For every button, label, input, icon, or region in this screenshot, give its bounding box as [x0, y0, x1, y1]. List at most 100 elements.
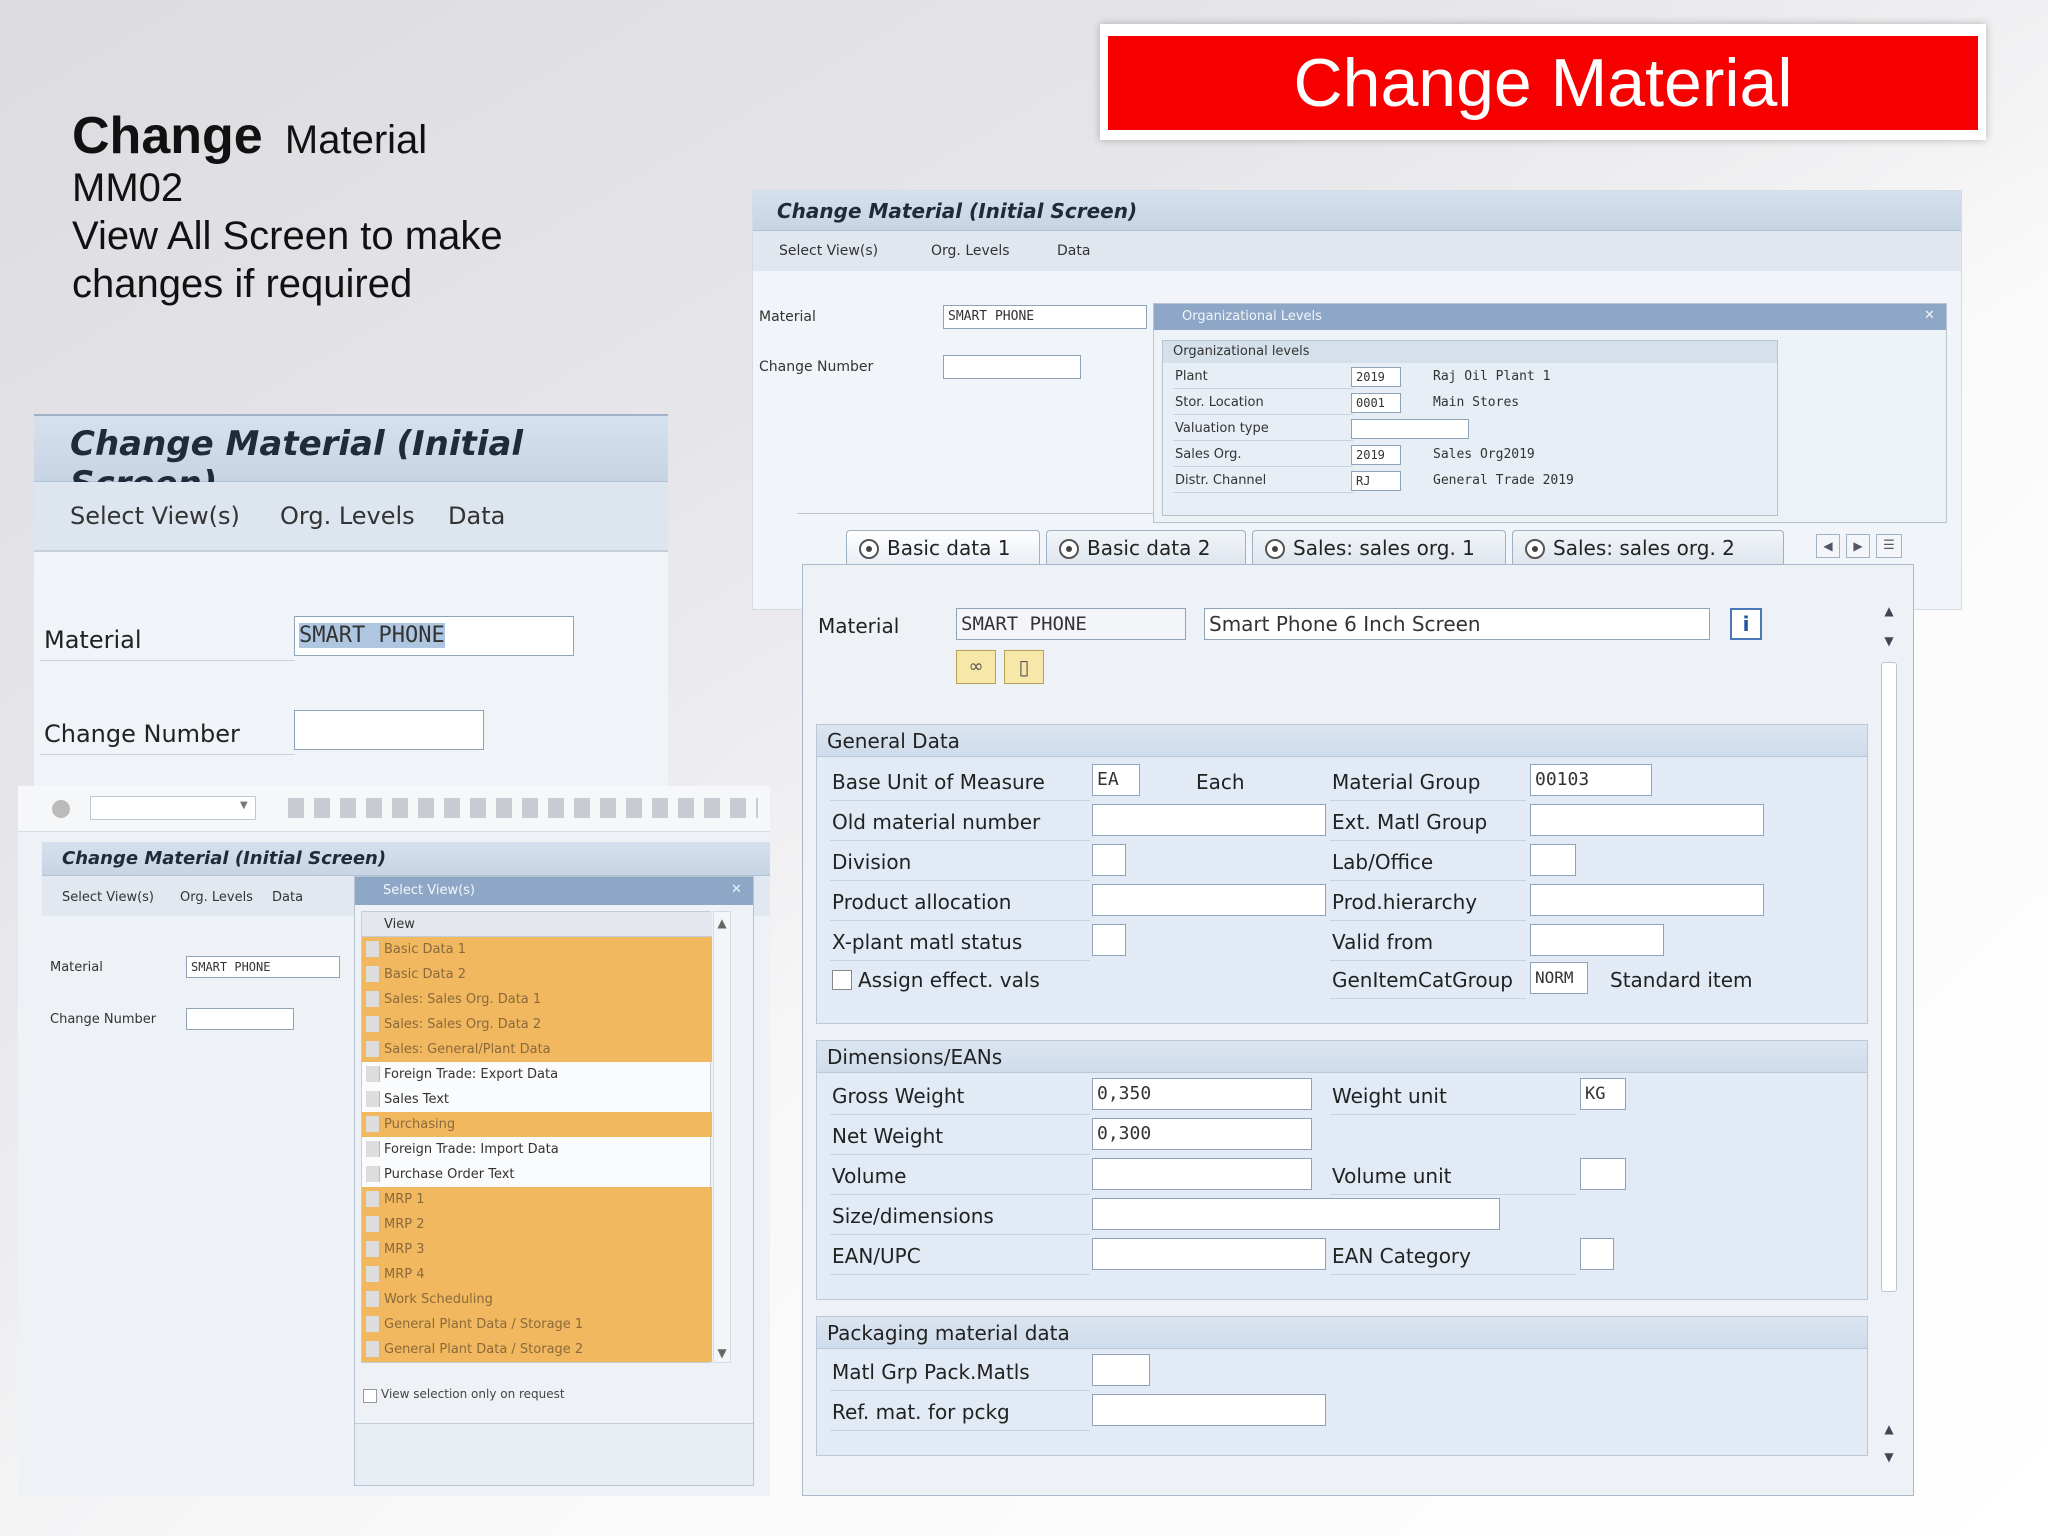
- weight-unit-input[interactable]: KG: [1580, 1078, 1626, 1110]
- org-level-input[interactable]: 2019: [1351, 445, 1401, 465]
- list-item[interactable]: Purchasing: [362, 1112, 712, 1137]
- list-item[interactable]: Sales: Sales Org. Data 1: [362, 987, 712, 1012]
- list-item[interactable]: Foreign Trade: Export Data: [362, 1062, 712, 1087]
- size-dimensions-input[interactable]: [1092, 1198, 1500, 1230]
- menu-org-levels[interactable]: Org. Levels: [931, 243, 1010, 259]
- info-icon[interactable]: i: [1730, 608, 1762, 640]
- row-selector[interactable]: [366, 966, 380, 982]
- check-icon[interactable]: [52, 800, 70, 818]
- list-item[interactable]: MRP 2: [362, 1212, 712, 1237]
- ext-matl-group-input[interactable]: [1530, 804, 1764, 836]
- change-number-input[interactable]: [294, 710, 484, 750]
- row-selector[interactable]: [366, 1016, 380, 1032]
- row-selector[interactable]: [366, 1216, 380, 1232]
- tab-list-icon[interactable]: ☰: [1876, 534, 1902, 558]
- additional-data-icon[interactable]: ∞: [956, 650, 996, 684]
- list-item[interactable]: MRP 1: [362, 1187, 712, 1212]
- row-selector[interactable]: [366, 1141, 380, 1157]
- gen-item-cat-input[interactable]: NORM: [1530, 962, 1588, 994]
- change-number-input[interactable]: [943, 355, 1081, 379]
- command-dropdown-icon[interactable]: ▼: [240, 800, 248, 811]
- command-field[interactable]: [90, 796, 256, 820]
- row-selector[interactable]: [366, 1241, 380, 1257]
- row-selector[interactable]: [366, 1191, 380, 1207]
- material-input[interactable]: SMART PHONE: [956, 608, 1186, 640]
- ref-mat-pckg-input[interactable]: [1092, 1394, 1326, 1426]
- row-selector[interactable]: [366, 1166, 380, 1182]
- tab-scroll-right-icon[interactable]: ▶: [1846, 534, 1870, 558]
- list-item[interactable]: Sales: Sales Org. Data 2: [362, 1012, 712, 1037]
- menu-data[interactable]: Data: [272, 890, 303, 905]
- product-allocation-input[interactable]: [1092, 884, 1326, 916]
- row-selector[interactable]: [366, 1341, 380, 1357]
- row-selector[interactable]: [366, 1066, 380, 1082]
- list-item[interactable]: Foreign Trade: Import Data: [362, 1137, 712, 1162]
- close-icon[interactable]: ✕: [1924, 308, 1935, 323]
- menu-select-views[interactable]: Select View(s): [779, 243, 878, 259]
- matl-grp-pack-input[interactable]: [1092, 1354, 1150, 1386]
- old-material-input[interactable]: [1092, 804, 1326, 836]
- tab-basic-data-2[interactable]: Basic data 2: [1046, 530, 1246, 564]
- org-level-input[interactable]: 0001: [1351, 393, 1401, 413]
- row-selector[interactable]: [366, 1291, 380, 1307]
- volume-unit-input[interactable]: [1580, 1158, 1626, 1190]
- tab-sales-org-2[interactable]: Sales: sales org. 2: [1512, 530, 1784, 564]
- scroll-down-icon[interactable]: ▼: [715, 1346, 729, 1360]
- row-selector[interactable]: [366, 991, 380, 1007]
- menu-select-views[interactable]: Select View(s): [70, 502, 240, 530]
- list-item[interactable]: General Plant Data / Storage 2: [362, 1337, 712, 1362]
- tab-scroll-left-icon[interactable]: ◀: [1816, 534, 1840, 558]
- scroll-up-icon[interactable]: ▲: [715, 916, 729, 930]
- list-item[interactable]: Work Scheduling: [362, 1287, 712, 1312]
- document-icon[interactable]: ▯: [1004, 650, 1044, 684]
- lab-office-input[interactable]: [1530, 844, 1576, 876]
- material-input[interactable]: SMART PHONE: [186, 956, 340, 978]
- row-selector[interactable]: [366, 1116, 380, 1132]
- ean-category-input[interactable]: [1580, 1238, 1614, 1270]
- list-item[interactable]: Sales Text: [362, 1087, 712, 1112]
- menu-data[interactable]: Data: [448, 502, 505, 530]
- list-item[interactable]: Basic Data 2: [362, 962, 712, 987]
- tab-basic-data-1[interactable]: Basic data 1: [846, 530, 1040, 564]
- scroll-down-icon[interactable]: ▼: [1882, 634, 1896, 648]
- scroll-thumb[interactable]: [1881, 662, 1897, 1292]
- scroll-down-icon[interactable]: ▼: [1882, 1450, 1896, 1464]
- volume-input[interactable]: [1092, 1158, 1312, 1190]
- scroll-up-icon[interactable]: ▲: [1882, 604, 1896, 618]
- menu-data[interactable]: Data: [1057, 243, 1090, 259]
- valid-from-input[interactable]: [1530, 924, 1664, 956]
- row-selector[interactable]: [366, 1316, 380, 1332]
- views-scrollbar[interactable]: ▲ ▼: [713, 911, 731, 1363]
- material-input[interactable]: SMART PHONE: [943, 305, 1147, 329]
- view-selection-checkbox[interactable]: [363, 1389, 377, 1403]
- list-item[interactable]: Basic Data 1: [362, 937, 712, 962]
- material-description-input[interactable]: Smart Phone 6 Inch Screen: [1204, 608, 1710, 640]
- org-level-input[interactable]: [1351, 419, 1469, 439]
- list-item[interactable]: MRP 4: [362, 1262, 712, 1287]
- org-level-input[interactable]: RJ: [1351, 471, 1401, 491]
- ean-upc-input[interactable]: [1092, 1238, 1326, 1270]
- net-weight-input[interactable]: 0,300: [1092, 1118, 1312, 1150]
- scroll-up-icon[interactable]: ▲: [1882, 1422, 1896, 1436]
- xplant-status-input[interactable]: [1092, 924, 1126, 956]
- list-item[interactable]: General Plant Data / Storage 1: [362, 1312, 712, 1337]
- row-selector[interactable]: [366, 1266, 380, 1282]
- material-group-input[interactable]: 00103: [1530, 764, 1652, 796]
- gross-weight-input[interactable]: 0,350: [1092, 1078, 1312, 1110]
- menu-org-levels[interactable]: Org. Levels: [280, 502, 415, 530]
- row-selector[interactable]: [366, 941, 380, 957]
- vertical-scrollbar[interactable]: ▲ ▼ ▲ ▼: [1878, 600, 1900, 1476]
- tab-sales-org-1[interactable]: Sales: sales org. 1: [1252, 530, 1506, 564]
- row-selector[interactable]: [366, 1091, 380, 1107]
- change-number-input[interactable]: [186, 1008, 294, 1030]
- list-item[interactable]: MRP 3: [362, 1237, 712, 1262]
- row-selector[interactable]: [366, 1041, 380, 1057]
- base-uom-input[interactable]: EA: [1092, 764, 1140, 796]
- list-item[interactable]: Sales: General/Plant Data: [362, 1037, 712, 1062]
- org-level-input[interactable]: 2019: [1351, 367, 1401, 387]
- menu-org-levels[interactable]: Org. Levels: [180, 890, 253, 905]
- menu-select-views[interactable]: Select View(s): [62, 890, 154, 905]
- close-icon[interactable]: ✕: [731, 882, 742, 897]
- list-item[interactable]: Purchase Order Text: [362, 1162, 712, 1187]
- assign-effect-checkbox[interactable]: [832, 970, 852, 990]
